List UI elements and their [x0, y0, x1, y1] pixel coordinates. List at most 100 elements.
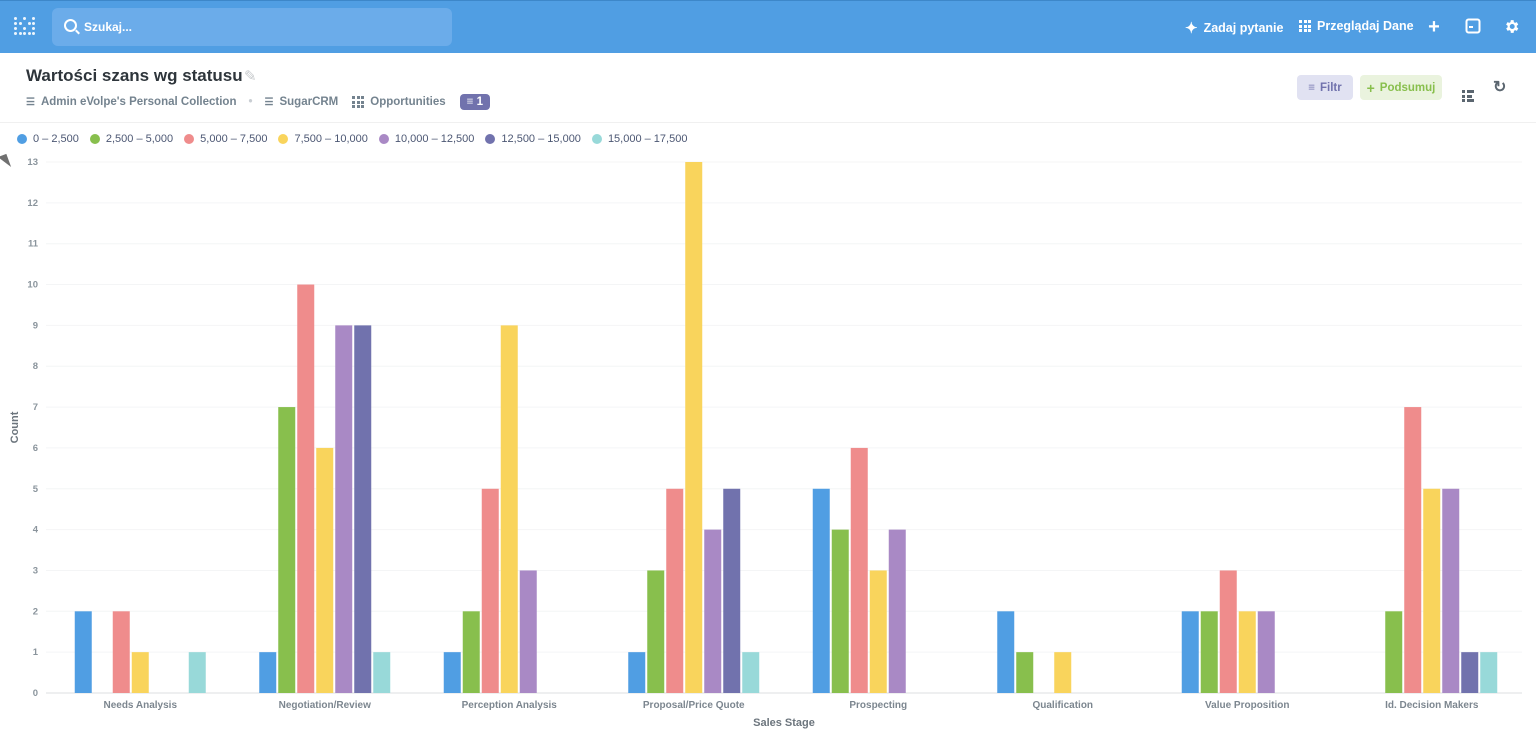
y-tick-label: 11 [28, 239, 39, 250]
ask-question-label: Zadaj pytanie [1203, 21, 1284, 35]
summarize-button[interactable]: + Podsumuj [1360, 75, 1442, 100]
legend-dot [17, 134, 27, 144]
breadcrumb-separator: • [248, 96, 253, 108]
pencil-icon[interactable]: ✎ [244, 67, 257, 85]
bar[interactable] [373, 652, 391, 693]
legend-item[interactable]: 15,000 – 17,500 [591, 133, 687, 145]
filter-icon: ≡ [466, 96, 474, 108]
bar[interactable] [443, 652, 461, 693]
plus-icon[interactable]: + [1425, 17, 1443, 37]
bar[interactable] [1480, 652, 1498, 693]
bar[interactable] [481, 488, 499, 693]
x-tick-label: Perception Analysis [462, 700, 558, 711]
bar[interactable] [74, 611, 92, 693]
legend-item[interactable]: 0 – 2,500 [17, 133, 79, 145]
legend-label: 5,000 – 7,500 [200, 133, 268, 145]
legend-item[interactable]: 7,500 – 10,000 [278, 133, 368, 145]
chart-legend: 0 – 2,500 2,500 – 5,000 5,000 – 7,500 7,500… [17, 133, 687, 145]
search-input[interactable]: Szukaj... [52, 8, 452, 46]
legend-item[interactable]: 10,000 – 12,500 [378, 133, 475, 145]
grid-icon [1299, 20, 1311, 32]
y-tick-label: 10 [27, 280, 38, 291]
legend-item[interactable]: 2,500 – 5,000 [89, 133, 174, 145]
notebook-icon[interactable] [1462, 80, 1474, 102]
sparkle-icon: ✦ [1185, 20, 1198, 37]
legend-item[interactable]: 5,000 – 7,500 [184, 133, 267, 145]
bar[interactable] [685, 162, 703, 693]
summarize-button-label: Podsumuj [1379, 81, 1436, 94]
breadcrumb-collection[interactable]: Admin eVolpe's Personal Collection [41, 96, 237, 108]
bar[interactable] [1016, 652, 1034, 693]
bar[interactable] [628, 652, 646, 693]
bar[interactable] [723, 488, 741, 693]
bar[interactable] [1442, 488, 1460, 693]
legend-label: 2,500 – 5,000 [105, 133, 174, 145]
x-tick-label: Proposal/Price Quote [643, 700, 745, 711]
breadcrumb-table[interactable]: Opportunities [370, 96, 445, 108]
bar[interactable] [519, 570, 537, 693]
bar[interactable] [1200, 611, 1218, 693]
bar[interactable] [259, 652, 277, 693]
bar[interactable] [742, 652, 760, 693]
bar[interactable] [997, 611, 1015, 693]
bar[interactable] [1054, 652, 1072, 693]
gear-icon[interactable] [1502, 18, 1520, 36]
browse-data-label: Przeglądaj Dane [1317, 19, 1414, 33]
bar[interactable] [1238, 611, 1256, 693]
metabase-logo-icon[interactable] [14, 17, 36, 37]
bar[interactable] [278, 407, 296, 693]
y-tick-label: 13 [27, 157, 38, 168]
table-icon [352, 96, 365, 108]
page-title: Wartości szans wg statusu [26, 66, 243, 85]
bar[interactable] [354, 325, 372, 693]
bar[interactable] [188, 652, 206, 693]
bar[interactable] [647, 570, 665, 693]
bar[interactable] [1181, 611, 1199, 693]
filter-count-badge[interactable]: ≡ 1 [459, 94, 490, 110]
bar[interactable] [131, 652, 149, 693]
x-axis-label: Sales Stage [753, 717, 815, 729]
top-navbar: Szukaj... ✦ Zadaj pytanie Przeglądaj Dan… [0, 0, 1536, 53]
x-tick-label: Value Proposition [1205, 700, 1289, 711]
y-tick-label: 0 [33, 688, 38, 699]
bar[interactable] [335, 325, 353, 693]
database-icon: ☰ [264, 96, 274, 108]
bar[interactable] [704, 529, 722, 693]
legend-dot [591, 134, 602, 144]
x-tick-label: Prospecting [849, 700, 907, 711]
y-tick-label: 4 [33, 525, 39, 536]
bar[interactable] [888, 529, 906, 693]
bar[interactable] [850, 447, 868, 693]
bar[interactable] [1385, 611, 1403, 693]
y-tick-label: 12 [27, 198, 38, 209]
breadcrumb-database[interactable]: SugarCRM [279, 96, 338, 108]
refresh-icon[interactable]: ↻ [1493, 77, 1506, 97]
bar[interactable] [1404, 407, 1422, 693]
bar[interactable] [666, 488, 684, 693]
bar[interactable] [869, 570, 887, 693]
bar[interactable] [831, 529, 849, 693]
sql-editor-icon[interactable] [1464, 18, 1482, 36]
bar[interactable] [112, 611, 130, 693]
y-tick-label: 8 [33, 361, 38, 372]
bar[interactable] [500, 325, 518, 693]
bar[interactable] [1257, 611, 1275, 693]
bar-chart: 012345678910111213Needs Analysis Negotiat… [9, 157, 1522, 729]
ask-question-button[interactable]: ✦ Zadaj pytanie [1185, 19, 1283, 37]
legend-item[interactable]: 12,500 – 15,000 [485, 133, 581, 145]
bar[interactable] [316, 447, 334, 693]
search-icon [64, 19, 77, 32]
legend-label: 10,000 – 12,500 [394, 133, 475, 145]
bar[interactable] [812, 488, 830, 693]
legend-label: 0 – 2,500 [33, 133, 79, 145]
bar[interactable] [297, 284, 315, 693]
bar[interactable] [462, 611, 480, 693]
collection-icon: ☰ [26, 96, 35, 108]
filter-button[interactable]: ≡ Filtr [1297, 75, 1353, 100]
bar[interactable] [1461, 652, 1479, 693]
browse-data-button[interactable]: Przeglądaj Dane [1299, 19, 1414, 33]
plus-icon: + [1366, 79, 1375, 96]
x-tick-label: Id. Decision Makers [1385, 700, 1479, 711]
bar[interactable] [1423, 488, 1441, 693]
bar[interactable] [1219, 570, 1237, 693]
